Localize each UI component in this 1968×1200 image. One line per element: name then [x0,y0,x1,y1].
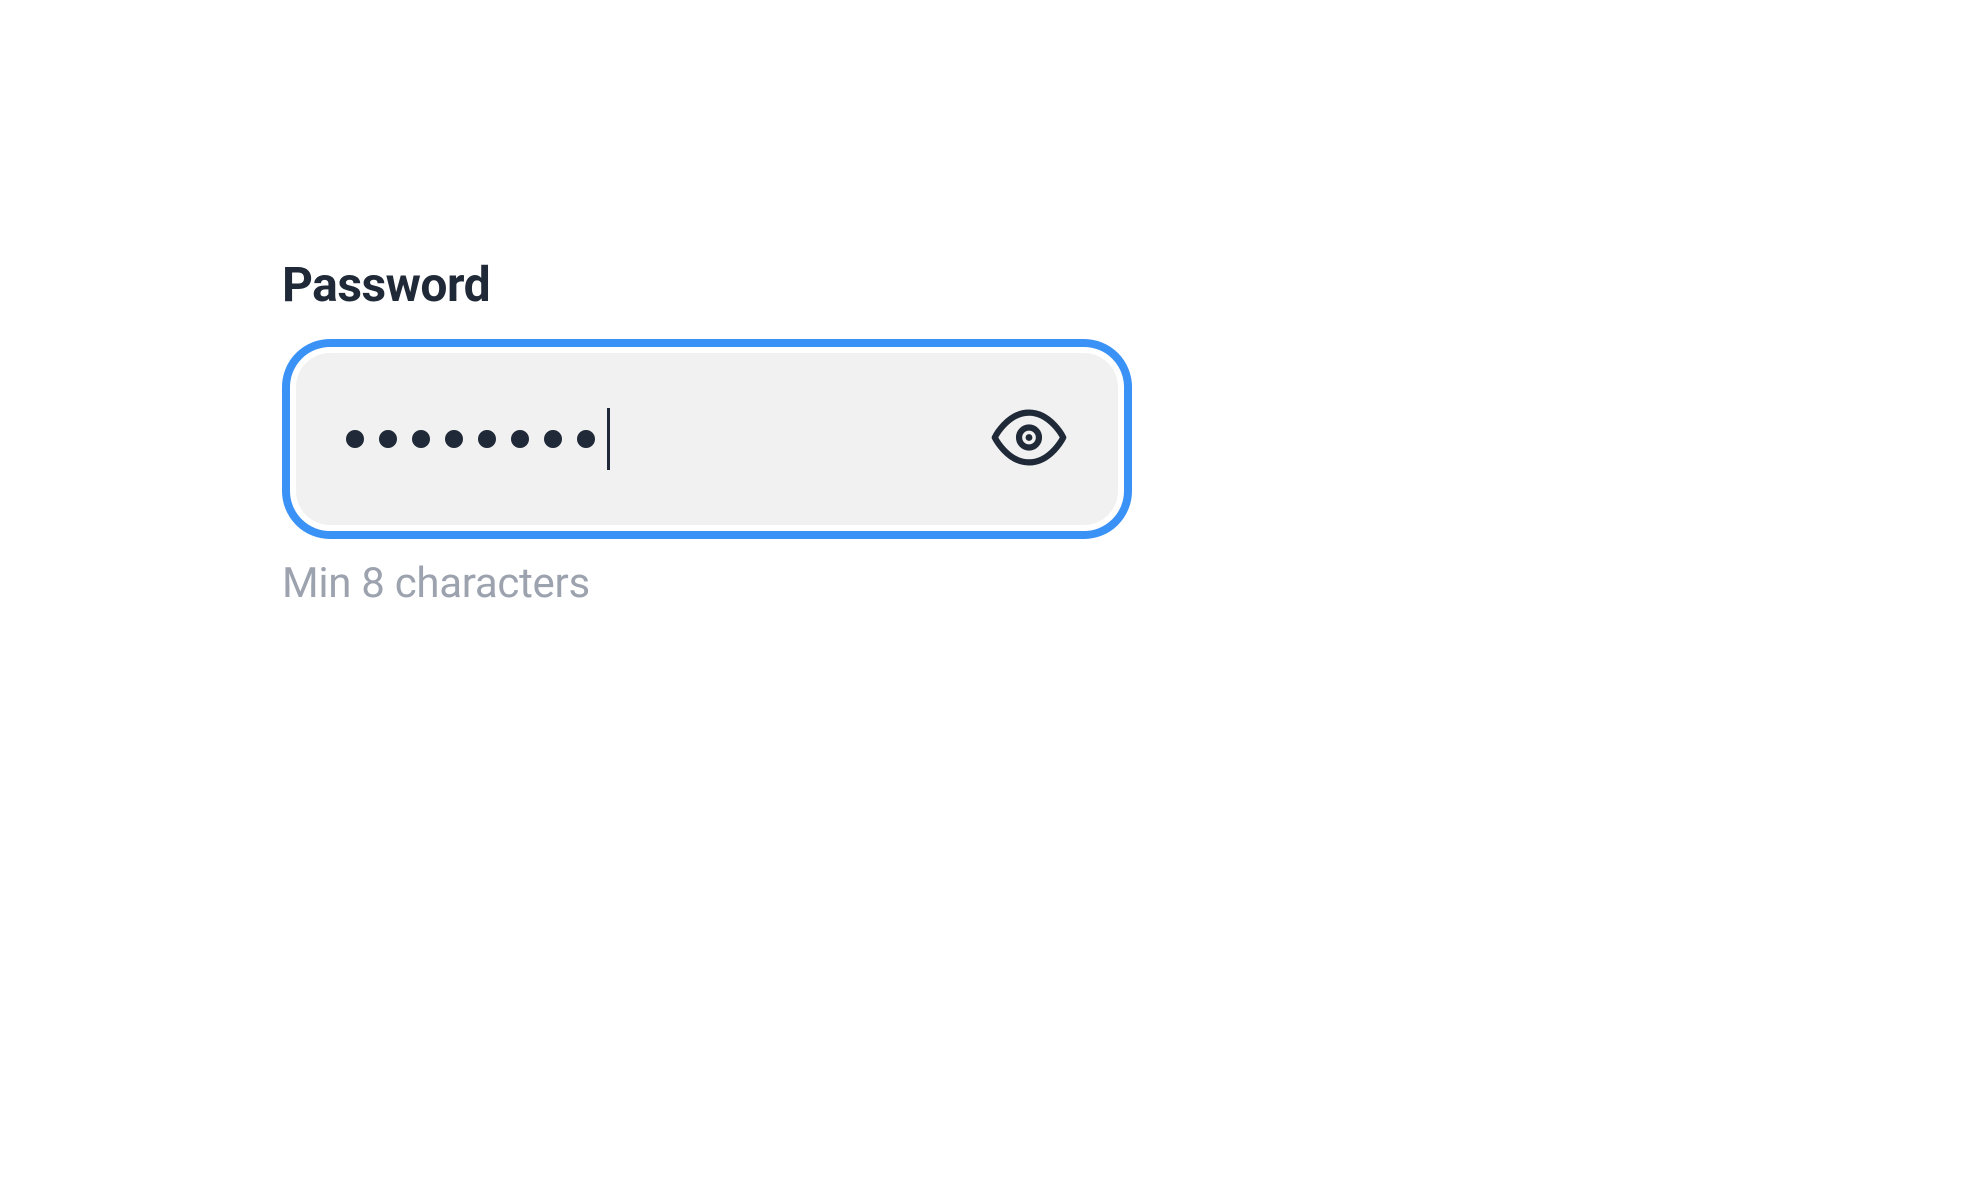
mask-dot [577,430,595,448]
eye-icon [990,410,1068,469]
password-input-container[interactable] [282,339,1132,539]
text-caret [607,408,610,470]
mask-dot [379,430,397,448]
mask-dot [412,430,430,448]
password-mask-dots [346,430,595,448]
toggle-password-visibility-button[interactable] [990,410,1068,469]
mask-dot [346,430,364,448]
mask-dot [544,430,562,448]
password-field-group: Password Min 8 characters [282,256,1132,608]
password-label: Password [282,256,1132,313]
mask-dot [511,430,529,448]
mask-dot [445,430,463,448]
mask-dot [478,430,496,448]
password-hint: Min 8 characters [282,559,1132,608]
